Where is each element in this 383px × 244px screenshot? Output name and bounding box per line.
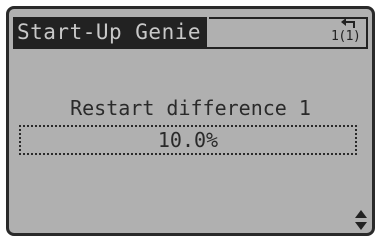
lcd-screen: Start-Up Genie 1(1) Restart difference 1… [6, 6, 375, 236]
up-down-arrows-icon[interactable] [354, 209, 368, 231]
setup-indicator: 1(1) [331, 18, 362, 48]
parameter-value-field[interactable]: 10.0% [19, 125, 357, 155]
page-title: Start-Up Genie [13, 17, 208, 47]
title-underline [13, 47, 368, 49]
parameter-label: Restart difference 1 [70, 96, 311, 120]
setup-indicator-text: 1(1) [331, 29, 361, 44]
display-bezel: Start-Up Genie 1(1) Restart difference 1… [0, 0, 383, 244]
title-bar: Start-Up Genie 1(1) [9, 9, 372, 51]
title-frame-right [366, 17, 368, 49]
